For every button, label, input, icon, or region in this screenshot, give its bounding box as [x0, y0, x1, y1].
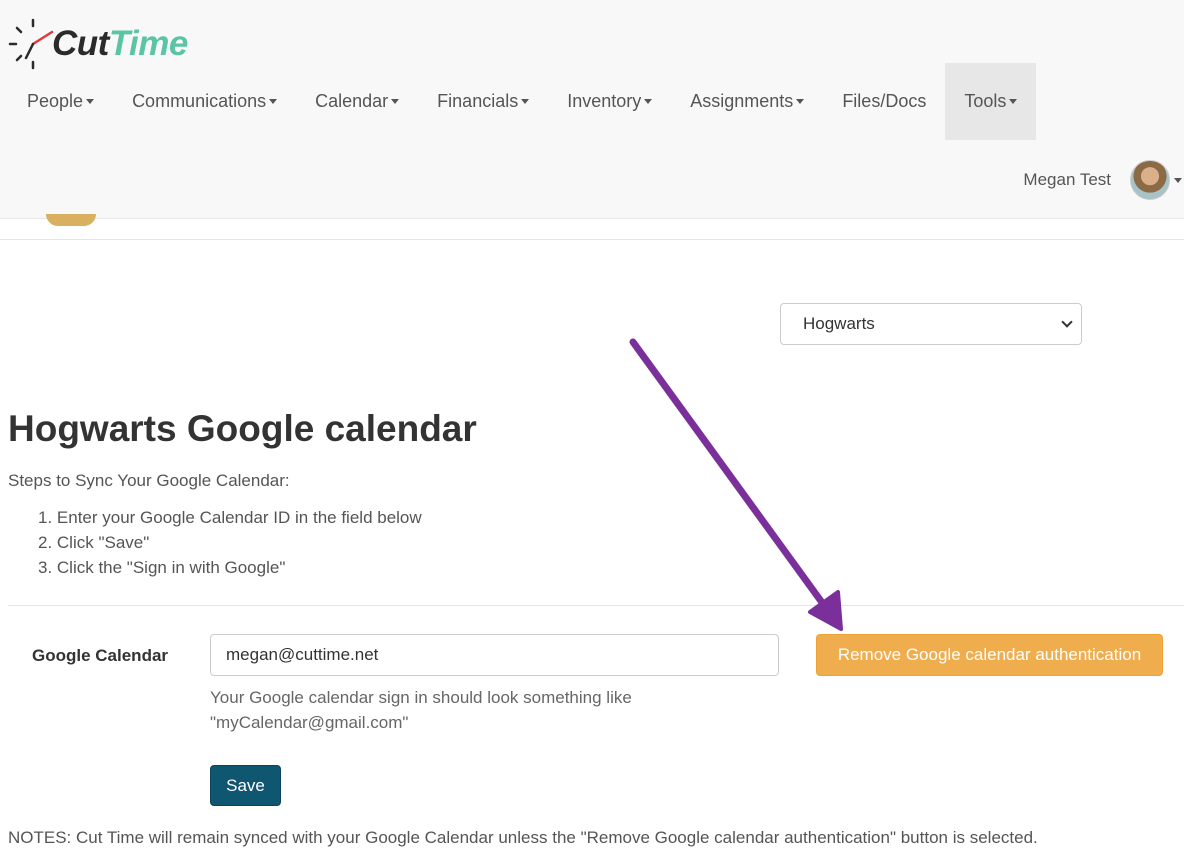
caret-down-icon — [796, 99, 805, 104]
divider — [0, 239, 1184, 240]
chevron-down-icon — [1061, 316, 1073, 328]
list-item: 2. Click "Save" — [38, 533, 150, 552]
caret-down-icon — [1174, 177, 1182, 183]
caret-down-icon — [269, 99, 278, 104]
nav-label: Tools — [964, 91, 1007, 111]
nav-communications[interactable]: Communications — [113, 63, 296, 140]
nav-label: Files/Docs — [842, 91, 927, 111]
save-button[interactable]: Save — [210, 765, 281, 806]
help-line: "myCalendar@gmail.com" — [210, 713, 409, 732]
nav-people[interactable]: People — [8, 63, 113, 140]
page-title: Hogwarts Google calendar — [8, 408, 477, 449]
nav-files-docs[interactable]: Files/Docs — [823, 63, 945, 140]
google-calendar-help: Your Google calendar sign in should look… — [210, 685, 770, 735]
logo-wordmark: CutTime — [52, 20, 188, 68]
nav-label: Assignments — [690, 91, 794, 111]
caret-down-icon — [86, 99, 95, 104]
google-calendar-label: Google Calendar — [32, 646, 169, 665]
steps-intro: Steps to Sync Your Google Calendar: — [8, 471, 290, 490]
google-calendar-input[interactable] — [210, 634, 779, 676]
nav-label: Inventory — [567, 91, 642, 111]
school-logo-peek — [46, 214, 96, 226]
caret-down-icon — [644, 99, 653, 104]
logo-text-time: Time — [108, 24, 189, 63]
steps-list: 1. Enter your Google Calendar ID in the … — [38, 508, 422, 583]
school-select-value: Hogwarts — [803, 314, 875, 333]
help-line: Your Google calendar sign in should look… — [210, 688, 632, 707]
logo-text-cut: Cut — [52, 24, 109, 63]
nav-label: Financials — [437, 91, 519, 111]
nav-inventory[interactable]: Inventory — [548, 63, 671, 140]
main-nav: People Communications Calendar Financial… — [8, 63, 1037, 140]
user-name: Megan Test — [1023, 170, 1111, 189]
user-menu[interactable]: Megan Test — [1023, 160, 1184, 200]
nav-financials[interactable]: Financials — [418, 63, 548, 140]
list-item: 1. Enter your Google Calendar ID in the … — [38, 508, 422, 527]
nav-calendar[interactable]: Calendar — [296, 63, 418, 140]
nav-label: Communications — [132, 91, 267, 111]
school-select[interactable]: Hogwarts — [780, 303, 1082, 345]
nav-label: Calendar — [315, 91, 389, 111]
avatar[interactable] — [1130, 160, 1170, 200]
nav-tools[interactable]: Tools — [945, 63, 1037, 140]
remove-google-auth-button[interactable]: Remove Google calendar authentication — [816, 634, 1163, 676]
caret-down-icon — [391, 99, 400, 104]
top-navbar: CutTime People Communications Calendar F… — [0, 0, 1184, 219]
list-item: 3. Click the "Sign in with Google" — [38, 558, 286, 577]
caret-down-icon — [1009, 99, 1018, 104]
caret-down-icon — [521, 99, 530, 104]
divider — [8, 605, 1184, 606]
nav-label: People — [27, 91, 84, 111]
notes-text: NOTES: Cut Time will remain synced with … — [8, 828, 1038, 847]
nav-assignments[interactable]: Assignments — [671, 63, 823, 140]
